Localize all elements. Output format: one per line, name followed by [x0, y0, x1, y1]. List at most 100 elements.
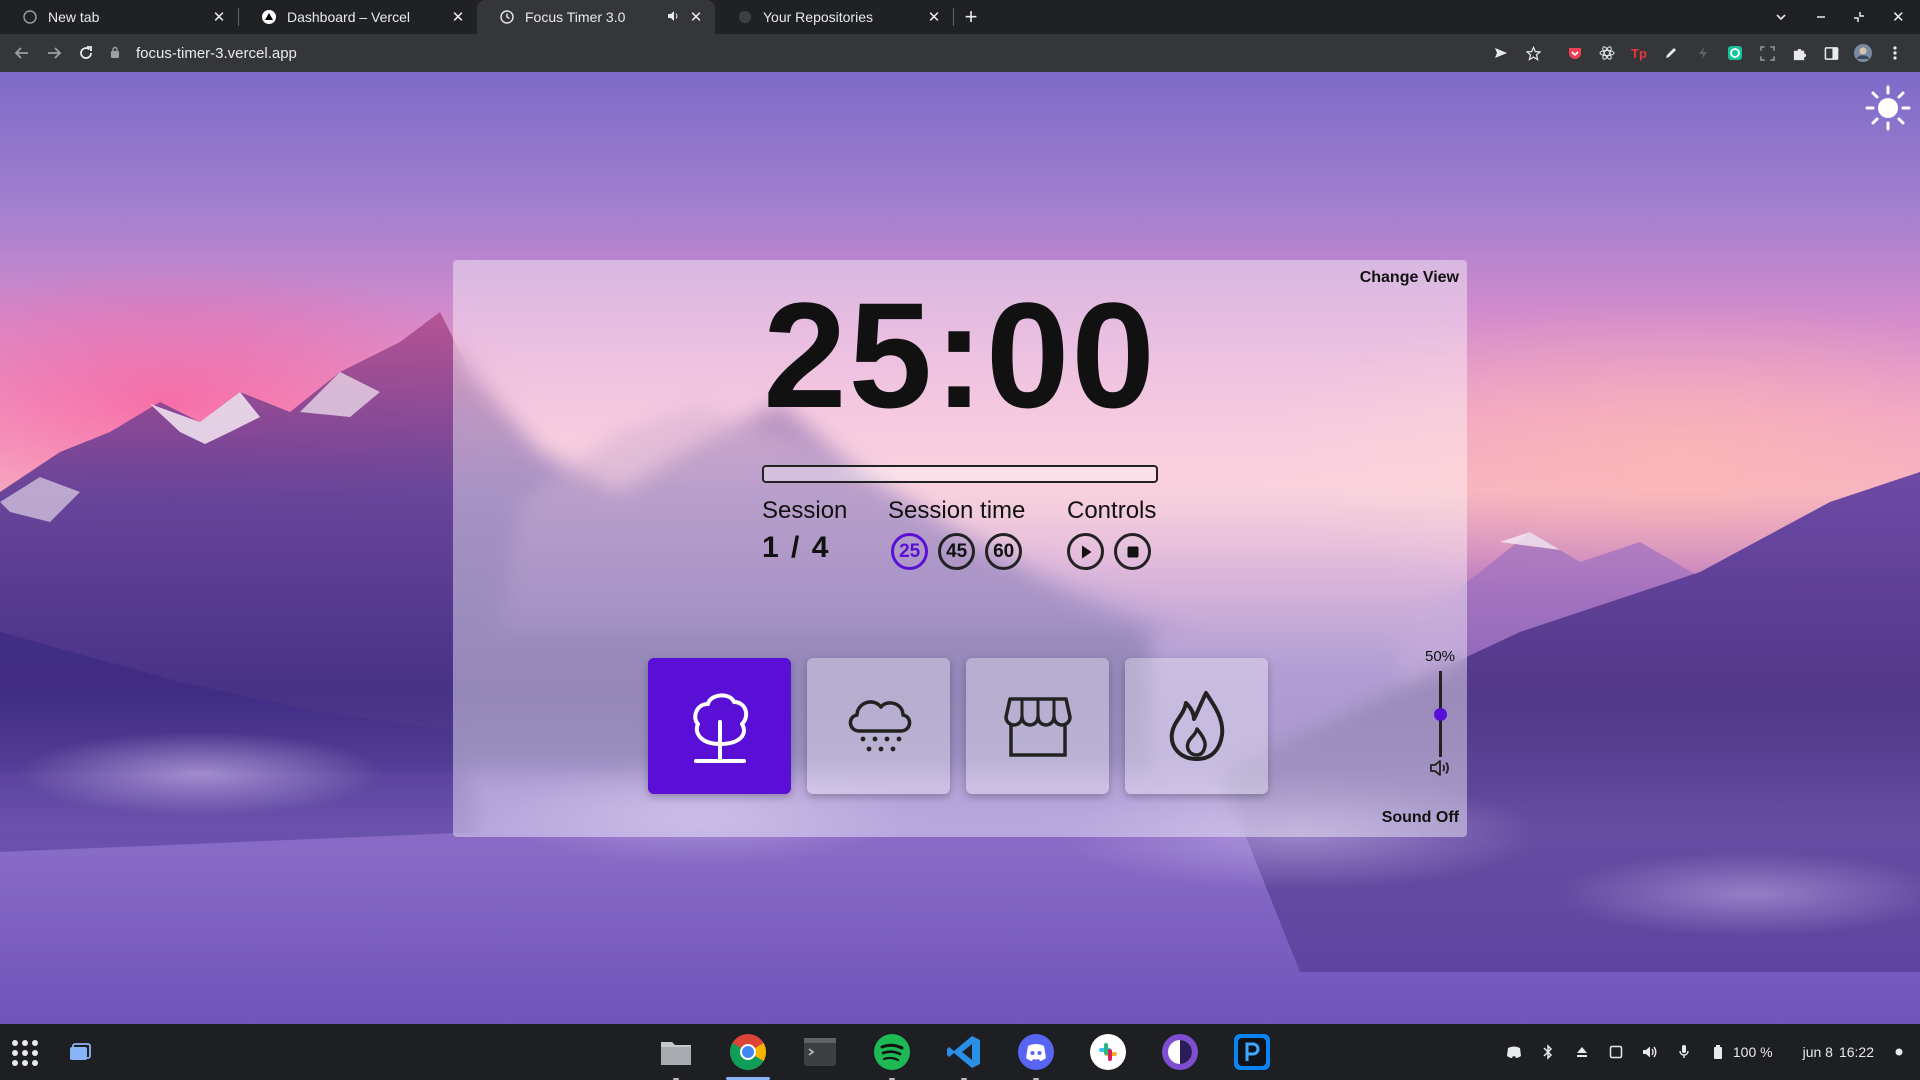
profile-avatar[interactable] [1852, 42, 1874, 64]
speaker-icon[interactable] [1415, 759, 1465, 782]
pinned-apps [652, 1032, 1276, 1080]
reload-button[interactable] [70, 37, 102, 69]
tab-focus-timer[interactable]: Focus Timer 3.0 ✕ [477, 0, 715, 34]
chrome-icon[interactable] [724, 1032, 772, 1080]
react-devtools-icon[interactable] [1596, 42, 1618, 64]
session-time-60-button[interactable]: 60 [985, 533, 1023, 570]
side-panel-icon[interactable] [1820, 42, 1842, 64]
os-shelf: 100 % jun 8 16:22 [0, 1024, 1920, 1080]
sound-off-button[interactable]: Sound Off [1382, 809, 1459, 827]
notification-dot-icon[interactable] [1890, 1043, 1908, 1061]
kebab-menu-icon[interactable] [1884, 42, 1906, 64]
new-tab-button[interactable]: + [954, 0, 988, 34]
play-button[interactable] [1067, 533, 1104, 570]
tp-extension-icon[interactable]: Tp [1628, 42, 1650, 64]
battery-icon[interactable] [1709, 1043, 1727, 1061]
speaker-icon[interactable] [667, 10, 679, 25]
session-time-25-button[interactable]: 25 [891, 533, 929, 570]
chrome-newtab-icon [22, 9, 38, 25]
github-icon [737, 9, 753, 25]
pocket-icon[interactable] [1564, 42, 1586, 64]
close-tab-icon[interactable]: ✕ [210, 8, 228, 26]
discord-icon[interactable] [1012, 1032, 1060, 1080]
bluetooth-icon[interactable] [1539, 1043, 1557, 1061]
store-icon [1003, 697, 1072, 757]
session-time-options: 25 45 60 [888, 533, 1025, 570]
tab-search-icon[interactable] [1774, 0, 1788, 34]
tab-strip: New tab ✕ Dashboard – Vercel ✕ Focus Tim… [0, 0, 1920, 34]
close-tab-icon[interactable]: ✕ [449, 8, 467, 26]
session-section: Session 1 / 4 [762, 497, 847, 565]
restore-icon[interactable] [1852, 0, 1866, 34]
volume-control: 50% [1415, 648, 1465, 782]
system-tray[interactable]: 100 % jun 8 16:22 [1505, 1024, 1908, 1080]
vercel-triangle-icon [261, 9, 277, 25]
clock: 16:22 [1838, 1044, 1874, 1060]
tab-dashboard-vercel[interactable]: Dashboard – Vercel ✕ [239, 0, 477, 34]
session-progress-bar [762, 465, 1158, 483]
controls-section: Controls [1067, 497, 1156, 570]
puzzle-extensions-icon[interactable] [1788, 42, 1810, 64]
tab-your-repositories[interactable]: Your Repositories ✕ [715, 0, 953, 34]
forward-button[interactable] [38, 37, 70, 69]
lock-icon [110, 46, 124, 61]
url-text: focus-timer-3.vercel.app [136, 44, 297, 62]
tab-new-tab[interactable]: New tab ✕ [0, 0, 238, 34]
volume-percent: 50% [1424, 648, 1456, 665]
browser-toolbar: focus-timer-3.vercel.app Tp [0, 34, 1920, 72]
session-time-label: Session time [888, 497, 1026, 524]
page-viewport: Change View 25:00 Session 1 / 4 Session … [0, 72, 1920, 1024]
date: jun 8 [1802, 1044, 1833, 1060]
pycharm-icon[interactable] [1228, 1032, 1276, 1072]
minimize-icon[interactable] [1815, 0, 1827, 34]
sun-icon[interactable] [1864, 84, 1912, 132]
volume-slider-thumb[interactable] [1433, 707, 1447, 721]
screen-capture-icon[interactable] [1607, 1043, 1625, 1061]
lightning-icon[interactable] [1692, 42, 1714, 64]
forward-arrow-icon [48, 47, 62, 59]
forest-sound-button[interactable] [648, 658, 791, 794]
slack-icon[interactable] [1084, 1032, 1132, 1072]
stop-button[interactable] [1114, 533, 1151, 570]
files-icon[interactable] [652, 1032, 700, 1080]
session-time-section: Session time 25 45 60 [888, 497, 1025, 570]
back-button[interactable] [6, 37, 38, 69]
battery-percent: 100 % [1732, 1044, 1773, 1060]
tab-title: Dashboard – Vercel [287, 9, 410, 25]
address-bar[interactable]: focus-timer-3.vercel.app [110, 38, 1490, 68]
send-icon[interactable] [1490, 42, 1512, 64]
bookmark-star-icon[interactable] [1522, 42, 1544, 64]
volume-icon[interactable] [1641, 1043, 1659, 1061]
tree-icon [692, 693, 748, 763]
close-tab-icon[interactable]: ✕ [687, 8, 705, 26]
session-time-45-button[interactable]: 45 [938, 533, 976, 570]
timer-display: 25:00 [763, 271, 1157, 439]
microphone-icon[interactable] [1675, 1043, 1693, 1061]
rain-sound-button[interactable] [807, 658, 950, 794]
grammarly-icon[interactable] [1724, 42, 1746, 64]
vscode-icon[interactable] [940, 1032, 988, 1080]
tab-title: New tab [48, 9, 100, 25]
play-icon [1081, 545, 1091, 558]
pen-icon[interactable] [1660, 42, 1682, 64]
overview-icon[interactable] [68, 1042, 92, 1067]
rain-cloud-icon [848, 700, 911, 752]
tor-browser-icon[interactable] [1156, 1032, 1204, 1072]
screenshot-icon[interactable] [1756, 42, 1778, 64]
controls-buttons [1067, 533, 1156, 570]
focus-timer-card: Change View 25:00 Session 1 / 4 Session … [453, 260, 1467, 837]
session-label: Session [762, 497, 848, 524]
eject-icon[interactable] [1573, 1043, 1591, 1061]
spotify-icon[interactable] [868, 1032, 916, 1080]
fire-icon [1169, 691, 1224, 761]
discord-tray-icon[interactable] [1505, 1043, 1523, 1061]
close-window-icon[interactable]: ✕ [1892, 0, 1905, 34]
terminal-icon[interactable] [796, 1032, 844, 1072]
fire-sound-button[interactable] [1125, 658, 1268, 794]
controls-label: Controls [1067, 497, 1157, 524]
volume-slider[interactable] [1433, 671, 1447, 757]
cafe-sound-button[interactable] [966, 658, 1109, 794]
close-tab-icon[interactable]: ✕ [925, 8, 943, 26]
stop-icon [1127, 546, 1138, 557]
app-launcher-icon[interactable] [12, 1040, 40, 1066]
